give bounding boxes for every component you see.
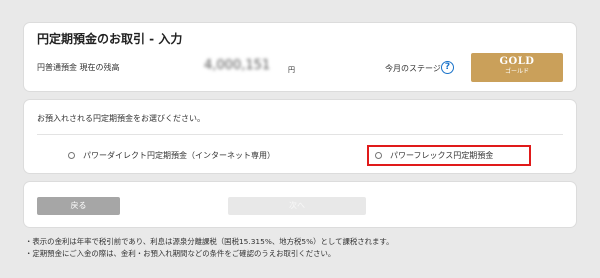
selection-prompt: お預入れされる円定期預金をお選びください。 — [37, 114, 205, 123]
radio-button[interactable] — [68, 152, 75, 159]
option-label: パワーダイレクト円定期預金（インターネット専用） — [83, 151, 275, 160]
stage-badge-sublabel: ゴールド — [504, 68, 529, 75]
action-panel: 戻る 次へ — [23, 181, 577, 228]
page-title: 円定期預金のお取引 - 入力 — [37, 32, 183, 46]
stage-badge-label: GOLD — [499, 56, 535, 67]
option-label: パワーフレックス円定期預金 — [390, 151, 494, 160]
radio-button[interactable] — [375, 152, 382, 159]
option-power-direct[interactable]: パワーダイレクト円定期預金（インターネット専用） — [68, 145, 275, 166]
note-line: ・定期預金にご入金の際は、金利・お預入れ期間などの条件をご確認のうえお取引くださ… — [25, 249, 336, 258]
back-button[interactable]: 戻る — [37, 197, 120, 215]
option-power-flex[interactable]: パワーフレックス円定期預金 — [367, 145, 531, 166]
balance-label: 円普通預金 現在の残高 — [37, 63, 120, 72]
notes: ・表示の金利は年率で税引前であり、利息は源泉分離課税（国税15.315%、地方税… — [25, 236, 393, 260]
note-line: ・表示の金利は年率で税引前であり、利息は源泉分離課税（国税15.315%、地方税… — [25, 237, 394, 246]
help-icon[interactable]: ? — [441, 61, 454, 74]
balance-unit: 円 — [288, 66, 295, 74]
next-button[interactable]: 次へ — [228, 197, 366, 215]
account-summary-panel: 円定期預金のお取引 - 入力 円普通預金 現在の残高 4,000,151 円 今… — [23, 22, 577, 92]
divider — [37, 134, 563, 135]
deposit-type-panel: お預入れされる円定期預金をお選びください。 パワーダイレクト円定期預金（インター… — [23, 99, 577, 174]
stage-label: 今月のステージ — [385, 64, 441, 73]
stage-badge: GOLD ゴールド — [471, 53, 563, 82]
balance-value: 4,000,151 — [204, 58, 271, 73]
